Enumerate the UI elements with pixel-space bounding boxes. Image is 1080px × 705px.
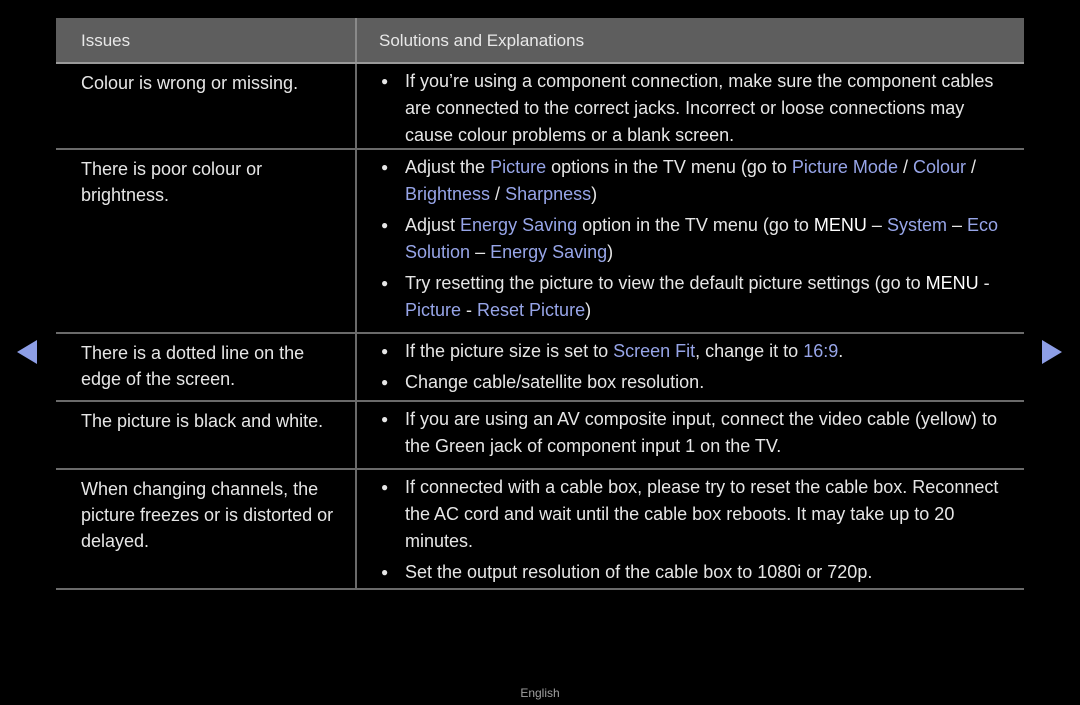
bullet-icon: ● (381, 74, 389, 88)
solution-cell: ● If connected with a cable box, please t… (357, 470, 1024, 588)
menu-term: Energy Saving (490, 242, 608, 262)
issue-cell: There is poor colour or brightness. (56, 150, 357, 332)
issue-cell: When changing channels, the picture free… (56, 470, 357, 588)
solution-text: – (866, 215, 887, 235)
table-row: There is a dotted line on the edge of th… (56, 334, 1024, 402)
solution-text: – (470, 242, 491, 262)
solution-item: ● Set the output resolution of the cable … (379, 559, 1016, 586)
table-row: When changing channels, the picture free… (56, 470, 1024, 590)
next-page-arrow-icon[interactable] (1042, 340, 1062, 364)
solution-text: - (978, 273, 990, 293)
table-row: There is poor colour or brightness. ● Adju… (56, 150, 1024, 334)
solution-cell: ● If you are using an AV composite input,… (357, 402, 1024, 468)
solution-item: ● If connected with a cable box, please t… (379, 474, 1016, 555)
bullet-icon: ● (381, 344, 389, 358)
menu-term: Colour (912, 157, 967, 177)
solution-item: ● Try resetting the picture to view the d… (379, 270, 1016, 324)
bullet-icon: ● (381, 565, 389, 579)
solution-text: ) (591, 184, 598, 204)
issue-cell: The picture is black and white. (56, 402, 357, 468)
solution-text: / (966, 157, 977, 177)
solution-text: / (897, 157, 913, 177)
solution-text: Set the output resolution of the cable b… (405, 562, 873, 582)
menu-term: Picture (405, 300, 462, 320)
bullet-icon: ● (381, 412, 389, 426)
solution-item: ● If you’re using a component connection,… (379, 68, 1016, 149)
solution-item: ● Change cable/satellite box resolution. (379, 369, 1016, 396)
menu-term: System (886, 215, 947, 235)
solution-text: option in the TV menu (go to (577, 215, 814, 235)
solution-text: If you’re using a component connection, … (405, 71, 994, 145)
table-header: Issues Solutions and Explanations (56, 18, 1024, 64)
solution-item: ● If you are using an AV composite input,… (379, 406, 1016, 460)
menu-key: MENU (925, 273, 979, 293)
solution-text: ) (585, 300, 592, 320)
solution-text: Change cable/satellite box resolution. (405, 372, 705, 392)
bullet-icon: ● (381, 480, 389, 494)
menu-term: Picture (490, 157, 547, 177)
solution-text: / (490, 184, 506, 204)
solution-text: If you are using an AV composite input, … (405, 409, 998, 456)
solution-item: ● Adjust Energy Saving option in the TV m… (379, 212, 1016, 266)
menu-term: Picture Mode (791, 157, 898, 177)
solution-text: Adjust the (405, 157, 491, 177)
bullet-icon: ● (381, 375, 389, 389)
solution-text: , change it to (695, 341, 804, 361)
menu-term: Screen Fit (613, 341, 696, 361)
solution-text: . (838, 341, 844, 361)
solution-text: Try resetting the picture to view the de… (405, 273, 926, 293)
solution-text: Adjust (405, 215, 461, 235)
solution-cell: ● If the picture size is set to Screen Fi… (357, 334, 1024, 400)
menu-term: 16:9 (803, 341, 839, 361)
menu-term: Reset Picture (477, 300, 586, 320)
table-row: The picture is black and white. ● If you a… (56, 402, 1024, 470)
solution-text: ) (607, 242, 614, 262)
bullet-icon: ● (381, 276, 389, 290)
footer-language: English (520, 686, 560, 700)
solution-cell: ● If you’re using a component connection,… (357, 64, 1024, 148)
solution-text: - (461, 300, 478, 320)
header-issues: Issues (56, 18, 357, 62)
table-row: Colour is wrong or missing. ● If you’re us… (56, 64, 1024, 150)
bullet-icon: ● (381, 160, 389, 174)
menu-term: Sharpness (505, 184, 592, 204)
solution-text: – (946, 215, 967, 235)
menu-term: Energy Saving (460, 215, 578, 235)
solution-item: ● If the picture size is set to Screen Fi… (379, 338, 1016, 365)
solution-cell: ● Adjust the Picture options in the TV me… (357, 150, 1024, 332)
issue-cell: There is a dotted line on the edge of th… (56, 334, 357, 400)
header-solutions: Solutions and Explanations (379, 31, 585, 50)
menu-key: MENU (813, 215, 867, 235)
bullet-icon: ● (381, 218, 389, 232)
previous-page-arrow-icon[interactable] (17, 340, 37, 364)
solution-item: ● Adjust the Picture options in the TV me… (379, 154, 1016, 208)
table-body: Colour is wrong or missing. ● If you’re us… (56, 64, 1024, 590)
troubleshooting-table: Issues Solutions and Explanations Colour… (56, 18, 1024, 590)
menu-term: Brightness (405, 184, 491, 204)
issue-cell: Colour is wrong or missing. (56, 64, 357, 148)
solution-text: options in the TV menu (go to (546, 157, 792, 177)
solution-text: If the picture size is set to (405, 341, 614, 361)
solution-text: If connected with a cable box, please tr… (405, 477, 999, 551)
